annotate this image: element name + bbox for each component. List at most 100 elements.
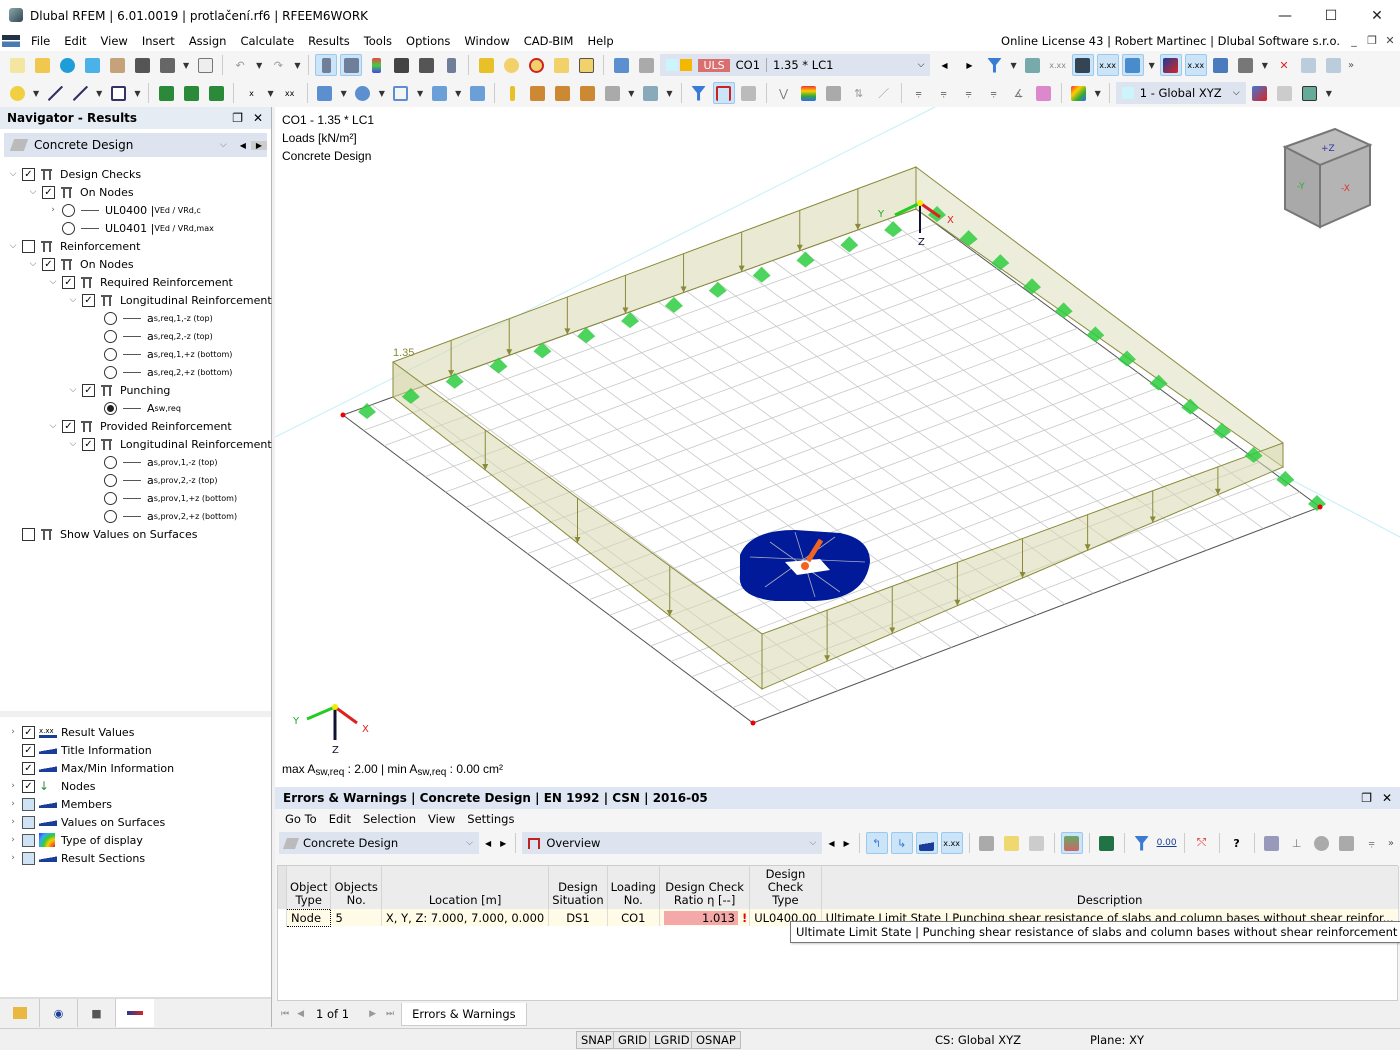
line-info-icon[interactable]: ⩦	[1361, 832, 1383, 854]
checkbox[interactable]: ✓	[22, 779, 35, 793]
results-tab-icon[interactable]	[116, 999, 154, 1027]
tree-item-ul0401[interactable]: UL0401 | VEd / VRd,max	[58, 219, 214, 237]
new-frame-icon[interactable]	[390, 82, 412, 104]
close-button[interactable]: ✕	[1354, 0, 1400, 31]
osnap-toggle[interactable]: OSNAP	[691, 1031, 741, 1049]
table-yellow-icon[interactable]	[1001, 832, 1023, 854]
tree-item-as-prov-2-top[interactable]: a s,prov,2,-z (top)	[100, 471, 217, 489]
dimension-icon[interactable]: x	[240, 82, 262, 104]
undo-icon[interactable]: ↶	[229, 54, 251, 76]
checkbox[interactable]: ✓	[22, 725, 35, 739]
new-polyline-icon[interactable]	[107, 82, 129, 104]
new-opening-icon[interactable]	[352, 82, 374, 104]
display-item-members[interactable]: › Members	[8, 795, 112, 813]
menu-cad-bim[interactable]: CAD-BIM	[517, 34, 581, 48]
load-case-icon[interactable]	[610, 54, 632, 76]
imposed-load-icon[interactable]	[639, 82, 661, 104]
panel-menu-goto[interactable]: Go To	[279, 812, 323, 826]
next-arrow[interactable]: ▶	[250, 140, 267, 150]
checkbox[interactable]: ✓	[42, 257, 55, 271]
menu-calculate[interactable]: Calculate	[233, 34, 301, 48]
section-tool-icon[interactable]: ⊥	[1286, 832, 1308, 854]
menu-options[interactable]: Options	[399, 34, 457, 48]
color-scale-icon[interactable]	[1068, 82, 1090, 104]
checkbox[interactable]	[22, 833, 35, 847]
checkbox[interactable]	[22, 239, 35, 253]
menu-view[interactable]: View	[94, 34, 135, 48]
panel-menu-selection[interactable]: Selection	[357, 812, 422, 826]
tree-item-on-nodes[interactable]: ⌵ ✓ On Nodes	[28, 255, 134, 273]
clear-results-icon[interactable]: ✕	[1273, 54, 1295, 76]
select-node-icon[interactable]	[500, 54, 522, 76]
table-color-icon[interactable]	[1060, 832, 1083, 854]
new-model-icon[interactable]	[6, 54, 28, 76]
mdi-minimize-button[interactable]: _	[1346, 33, 1362, 49]
visibility-filter-icon[interactable]	[688, 82, 710, 104]
dock-icon[interactable]: ❐	[1361, 791, 1372, 805]
checkbox[interactable]: ✓	[82, 437, 95, 451]
col-objects-no[interactable]: Objects No.	[330, 866, 382, 909]
radio[interactable]	[104, 311, 117, 325]
decimal-places-icon[interactable]: 0.00	[1156, 832, 1178, 854]
display-item-result-values[interactable]: › ✓ x.xx Result Values	[8, 723, 134, 741]
new-node-icon[interactable]	[6, 82, 28, 104]
panel-module-combo[interactable]: Concrete Design ⌵	[279, 832, 479, 854]
menu-tools[interactable]: Tools	[357, 34, 399, 48]
tree-item-asw-req[interactable]: Asw,req	[100, 399, 181, 417]
free-load-icon[interactable]	[601, 82, 623, 104]
tree-item-required-reinforcement[interactable]: ⌵ ✓ Required Reinforcement	[48, 273, 233, 291]
result-values-off-icon[interactable]: x.xx	[1047, 54, 1069, 76]
table-gray-icon[interactable]	[1026, 832, 1048, 854]
minimize-button[interactable]: —	[1262, 0, 1308, 31]
checkbox[interactable]	[22, 851, 35, 865]
mdi-close-button[interactable]: ✕	[1382, 33, 1398, 49]
tree-item-punching[interactable]: ⌵ ✓ Punching	[68, 381, 170, 399]
menu-help[interactable]: Help	[580, 34, 620, 48]
menu-edit[interactable]: Edit	[57, 34, 93, 48]
next-arrow[interactable]: ▶	[497, 839, 509, 848]
new-line-icon[interactable]	[44, 82, 66, 104]
select-text-icon[interactable]	[575, 54, 597, 76]
checkbox[interactable]: ✓	[22, 743, 35, 757]
col-location[interactable]: Location [m]	[381, 866, 550, 909]
radio[interactable]	[104, 455, 117, 469]
model-canvas[interactable]: 1.35 Y X Z Y X Z +Z -Y -X	[275, 107, 1400, 787]
model-properties-icon[interactable]	[106, 54, 128, 76]
panel-table-combo[interactable]: Overview ⌵	[522, 832, 823, 854]
animation-icon[interactable]	[738, 82, 760, 104]
panel-toolbar-overflow[interactable]: »	[1388, 838, 1394, 849]
section-icon-5[interactable]: ∡	[1008, 82, 1030, 104]
col-check-type[interactable]: Design Check Type	[749, 866, 822, 909]
save-icon[interactable]	[131, 54, 153, 76]
dlubal-center-icon[interactable]	[56, 54, 78, 76]
deformation-icon[interactable]: ⋁	[773, 82, 795, 104]
radio[interactable]	[104, 509, 117, 523]
new-solid-icon[interactable]	[428, 82, 450, 104]
checkbox[interactable]: ✓	[22, 167, 35, 181]
open-folder-icon[interactable]	[31, 54, 53, 76]
tree-item-longitudinal-reinforcement[interactable]: ⌵ ✓ Longitudinal Reinforcement	[68, 291, 272, 309]
snap-toggle[interactable]: SNAP	[576, 1031, 617, 1049]
dock-icon[interactable]: ❐	[232, 111, 243, 125]
splitter[interactable]	[0, 711, 271, 717]
checkbox[interactable]: ✓	[82, 383, 95, 397]
tree-item-show-values-on-surfaces[interactable]: Show Values on Surfaces	[18, 525, 197, 543]
views-tab-camera-icon[interactable]: ■	[78, 999, 116, 1027]
nodal-support-icon[interactable]	[155, 82, 177, 104]
next-page-button[interactable]: ▶	[349, 1009, 381, 1019]
nodal-load-icon[interactable]	[501, 82, 523, 104]
data-tab-icon[interactable]	[0, 999, 40, 1027]
info-icon-2[interactable]	[1336, 832, 1358, 854]
tree-item-as-req-2-bottom[interactable]: a s,req,2,+z (bottom)	[100, 363, 232, 381]
col-loading-no[interactable]: Loading No.	[607, 866, 660, 909]
checkbox[interactable]: ✓	[42, 185, 55, 199]
results-settings-icon[interactable]	[1210, 54, 1232, 76]
surface-select-icon[interactable]	[475, 54, 497, 76]
tree-item-longitudinal-reinforcement[interactable]: ⌵ ✓ Longitudinal Reinforcement	[68, 435, 272, 453]
tree-item-as-prov-1-top[interactable]: a s,prov,1,-z (top)	[100, 453, 217, 471]
close-icon[interactable]: ✕	[1382, 791, 1392, 805]
select-solid-icon[interactable]	[550, 54, 572, 76]
webservice-icon[interactable]	[81, 54, 103, 76]
prev-page-button[interactable]: ◀	[294, 1009, 316, 1019]
radio[interactable]	[104, 365, 117, 379]
